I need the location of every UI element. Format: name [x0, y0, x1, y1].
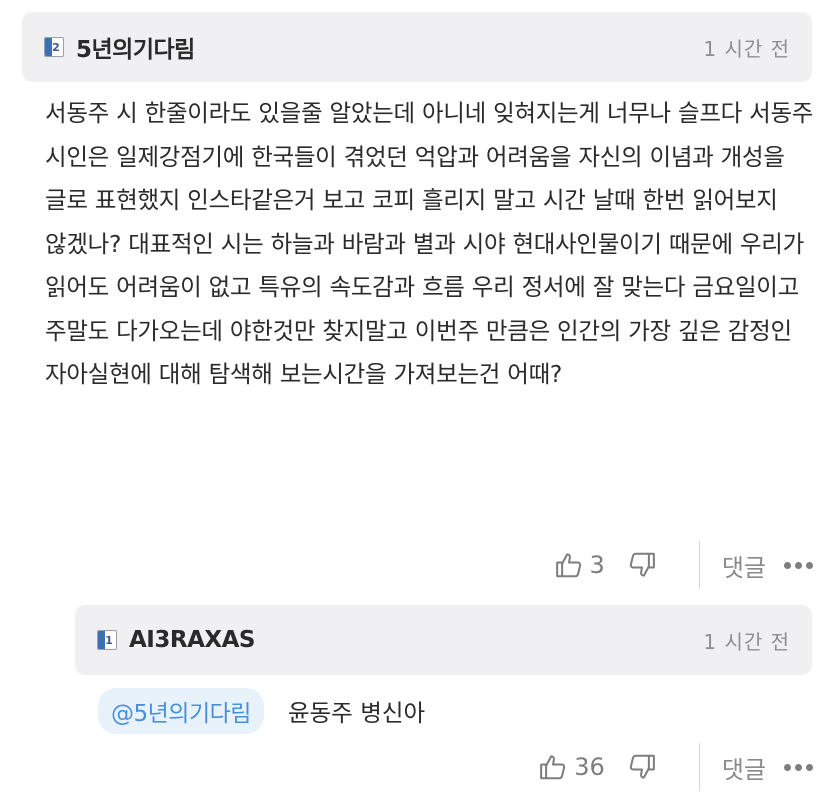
dot — [795, 763, 802, 771]
dot — [784, 763, 791, 771]
thumbs-down-icon — [629, 552, 655, 577]
thumbs-down-icon — [629, 754, 655, 779]
comment-header: 2 5년의기다림 1 시간 전 — [22, 12, 812, 82]
action-divider — [698, 743, 700, 791]
like-count: 3 — [589, 551, 605, 579]
comment-time: 1 시간 전 — [703, 36, 790, 61]
action-divider — [698, 541, 700, 589]
reply-time: 1 시간 전 — [703, 629, 790, 654]
like-count: 36 — [574, 753, 605, 781]
reply-text: 윤동주 병신아 — [287, 699, 426, 727]
more-dots-icon[interactable] — [784, 561, 813, 569]
like-button[interactable]: 3 — [554, 550, 605, 580]
reply-author[interactable]: AI3RAXAS — [129, 627, 255, 653]
dislike-button[interactable] — [627, 550, 657, 580]
dislike-button[interactable] — [627, 752, 657, 782]
thumbs-up-icon — [540, 755, 566, 780]
comment-text: 서동주 시 한줄이라도 있을줄 알았는데 아니네 잊혀지는게 너무나 슬프다 서… — [45, 99, 814, 388]
reply-button[interactable]: 댓글 — [722, 750, 766, 785]
like-button[interactable]: 36 — [538, 752, 605, 782]
reply-content: @5년의기다림 윤동주 병신아 — [98, 688, 425, 734]
mention-tag[interactable]: @5년의기다림 — [98, 688, 264, 734]
thumbs-up-icon — [555, 553, 581, 578]
dot — [784, 561, 791, 569]
comment-action-bar: 3 댓글 — [554, 540, 813, 590]
reply-button[interactable]: 댓글 — [722, 548, 766, 583]
more-dots-icon[interactable] — [784, 763, 813, 771]
level-number: 1 — [105, 633, 113, 647]
reply-action-bar: 36 댓글 — [538, 742, 813, 792]
level-badge-icon: 2 — [44, 37, 64, 57]
level-number: 2 — [52, 40, 60, 54]
dot — [795, 561, 802, 569]
dot — [806, 561, 813, 569]
level-badge-icon: 1 — [97, 630, 117, 650]
reply-header: 1 AI3RAXAS 1 시간 전 — [75, 605, 812, 675]
dot — [806, 763, 813, 771]
comment-author[interactable]: 5년의기다림 — [76, 30, 195, 64]
